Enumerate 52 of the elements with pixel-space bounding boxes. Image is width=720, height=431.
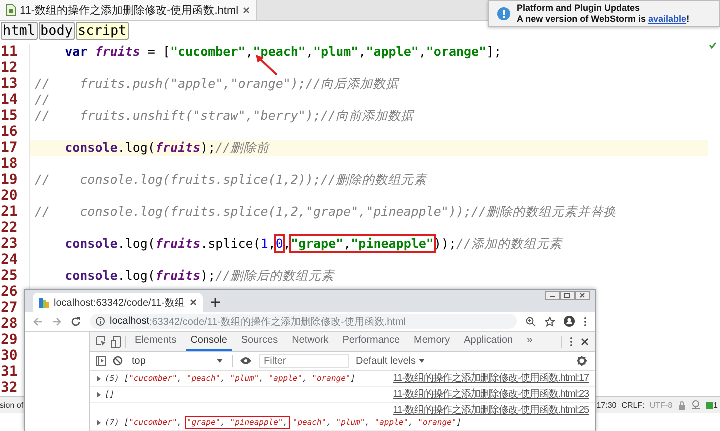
code-line: // console.log(fruits.splice(1,2));//删除的数组元素 [34,172,428,188]
console-message: (5) ["cucomber", "peach", "plum", "apple", "orange"] [105,373,356,385]
devtools-tab[interactable]: Application [459,332,518,351]
code-line: var fruits = ["cucomber","peach","plum","apple","orange"]; [64,44,503,60]
source-link[interactable]: 11-数组的操作之添加删除修改-使用函数.html:23 [393,389,589,401]
code-line: console.log(fruits.splice(1,0,"grape","pineapple"));//添加的数组元素 [64,236,564,252]
code-line: // fruits.push("apple","orange");//向后添加数据 [34,76,401,92]
code-line: // console.log(fruits.splice(1,2,"grape","pineapple"));//删除的数组元素并替换 [34,204,618,220]
event-count: 1 [714,400,718,410]
status-text: sion of [0,400,24,410]
filter-field[interactable]: Filter [259,354,349,368]
line-number: 21 [0,204,30,220]
line-number: 19 [0,172,30,188]
more-tabs-button[interactable]: » [522,332,538,351]
code-line: // [34,92,52,108]
devtools-tab[interactable]: Console [186,332,232,351]
available-link[interactable]: available [648,14,687,24]
address-bar[interactable]: localhost:63342/code/11-数组的操作之添加删除修改-使用函数.html [90,314,517,329]
line-number: 13 [0,76,30,92]
levels-dropdown[interactable]: Default levels [356,356,426,366]
line-number: 14 [0,92,30,108]
devtools-tab[interactable]: Network [287,332,334,351]
context-select[interactable]: top [130,354,225,368]
line-number: 22 [0,220,30,236]
line-number: 25 [0,268,30,284]
line-number: 20 [0,188,30,204]
line-number: 12 [0,60,30,76]
source-link[interactable]: 11-数组的操作之添加删除修改-使用函数.html:25 [393,405,589,417]
console-message: [] [105,389,115,401]
editor-tab[interactable]: 11-数组的操作之添加删除修改-使用函数.html [0,0,257,20]
line-number: 15 [0,108,30,124]
line-number: 23 [0,236,30,252]
browser-tab[interactable]: localhost:63342/code/11-数组 [33,293,204,312]
notification-message: A new version of WebStorm is available! [517,14,690,24]
source-link[interactable]: 11-数组的操作之添加删除修改-使用函数.html:17 [393,373,589,385]
devtools-tab[interactable]: Performance [338,332,406,351]
notification-title: Platform and Plugin Updates [517,3,642,13]
line-number: 11 [0,44,30,60]
line-separator[interactable]: CRLF: [622,400,645,410]
breadcrumb-item[interactable]: body [38,22,76,40]
breadcrumb-item[interactable]: html [1,22,38,40]
console-message: (7) ["cucomber", "grape", "pineapple", "peach", "plum", "apple", "orange"] [105,417,462,429]
line-number: 16 [0,124,30,140]
line-number: 18 [0,156,30,172]
devtools-tab[interactable]: Elements [130,332,182,351]
code-line: console.log(fruits);//删除后的数组元素 [64,268,336,284]
devtools-tab[interactable]: Memory [409,332,456,351]
cursor-position[interactable]: 17:30 [596,400,617,410]
code-line: // fruits.unshift("straw","berry");//向前添加数据 [34,108,416,124]
breadcrumb-item[interactable]: script [76,22,129,40]
line-number: 24 [0,252,30,268]
devtools-tab[interactable]: Sources [236,332,284,351]
